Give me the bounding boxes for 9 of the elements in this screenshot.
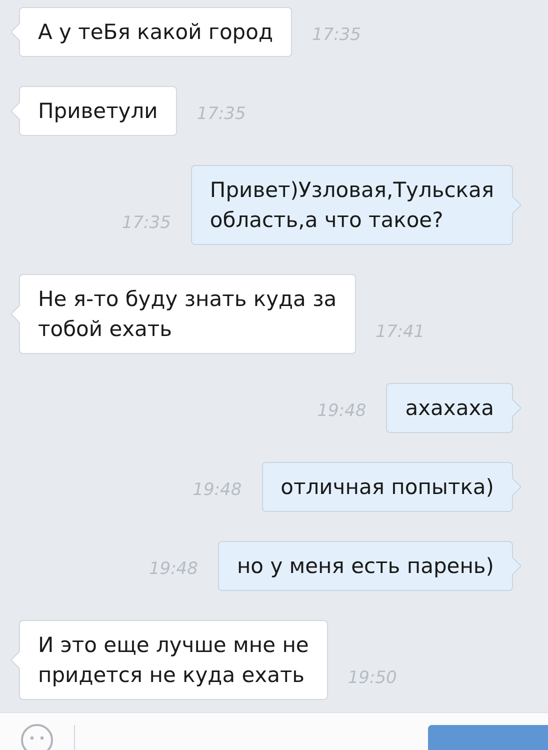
sent-message: ахахаха	[386, 383, 513, 433]
received-message: А у теБя какой город	[19, 7, 292, 57]
smiley-icon[interactable]	[20, 721, 54, 750]
received-message: Не я-то буду знать куда за тобой ехать	[19, 274, 356, 354]
sent-message: но у меня есть парень)	[218, 541, 513, 591]
received-message: И это еще лучше мне не придется не куда ехать	[19, 620, 328, 700]
sent-message: отличная попытка)	[262, 462, 513, 512]
received-message: Приветули	[19, 86, 177, 136]
sent-message: Привет)Узловая,Тульская область,а что такое?	[190, 165, 513, 245]
